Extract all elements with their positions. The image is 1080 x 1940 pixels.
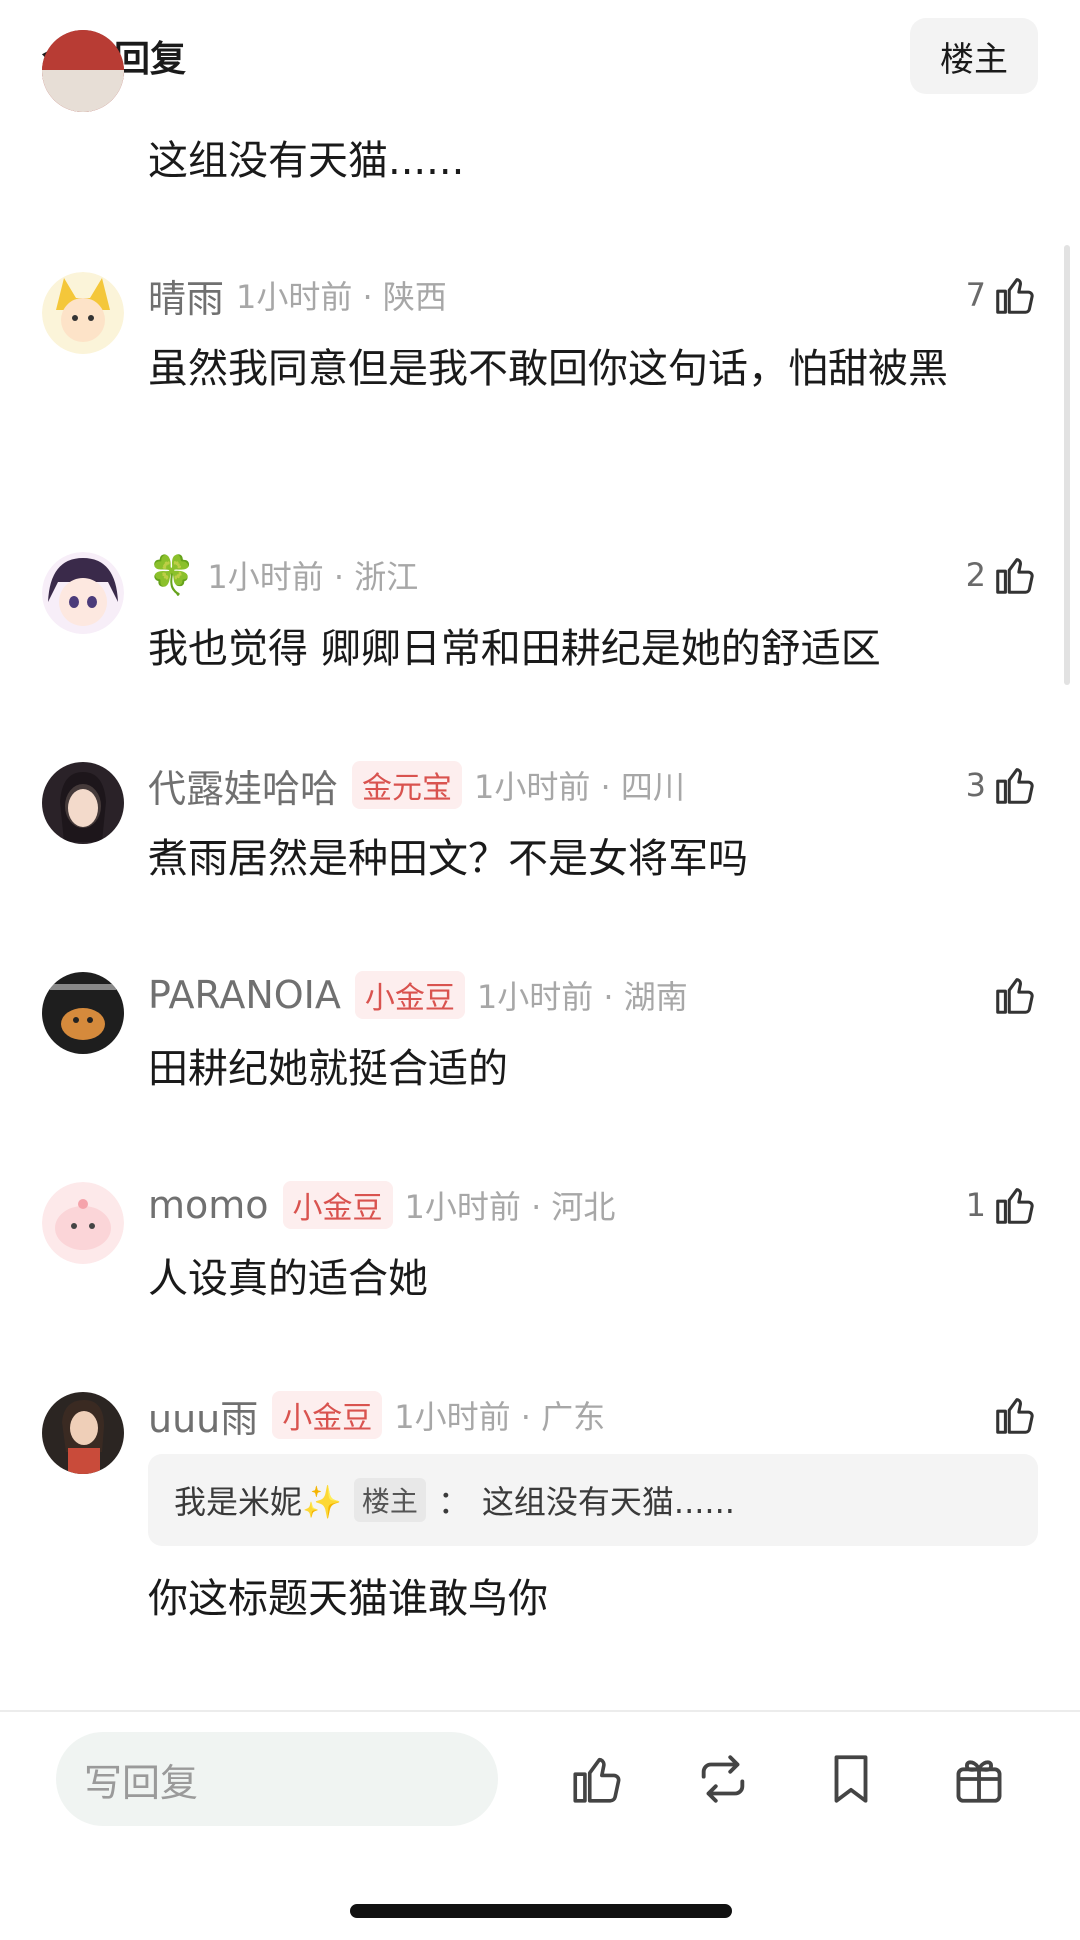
thumb-up-icon	[996, 768, 1034, 804]
timestamp: 1小时前 · 浙江	[207, 558, 419, 596]
footer-divider	[0, 1710, 1080, 1712]
avatar[interactable]	[42, 762, 124, 844]
home-indicator[interactable]	[350, 1904, 732, 1918]
username[interactable]: uuu雨	[148, 1388, 258, 1443]
like-icon[interactable]	[568, 1750, 626, 1808]
like-button[interactable]: 1	[966, 1180, 1038, 1230]
username[interactable]: 代露娃哈哈	[148, 758, 338, 813]
like-button[interactable]: 7	[966, 270, 1038, 320]
like-button[interactable]: 2	[966, 550, 1038, 600]
username[interactable]: momo	[148, 1183, 269, 1227]
comment-meta: uuu雨 小金豆 1小时前 · 广东	[148, 1391, 606, 1441]
avatar[interactable]	[42, 30, 124, 112]
bookmark-icon[interactable]	[822, 1750, 880, 1808]
like-button[interactable]: 3	[966, 760, 1038, 810]
comment-meta: momo 小金豆 1小时前 · 河北	[148, 1181, 616, 1229]
username[interactable]: 晴雨	[148, 268, 224, 323]
repost-icon[interactable]	[694, 1750, 752, 1808]
comment-text: 这组没有天猫......	[148, 138, 465, 184]
avatar[interactable]	[42, 972, 124, 1054]
timestamp: 1小时前 · 河北	[404, 1188, 616, 1226]
thumb-up-icon	[996, 278, 1034, 314]
user-badge: 小金豆	[354, 971, 465, 1019]
like-button[interactable]	[992, 970, 1038, 1020]
username[interactable]: 🍀	[148, 553, 195, 598]
quoted-reply[interactable]: 我是米妮✨ 楼主 ： 这组没有天猫......	[148, 1454, 1038, 1546]
quote-separator: ：	[437, 1483, 470, 1521]
comment-text: 田耕纪她就挺合适的	[148, 1046, 508, 1092]
reply-input[interactable]: 写回复	[56, 1732, 498, 1826]
gift-icon[interactable]	[950, 1750, 1008, 1808]
thumb-up-icon	[996, 558, 1034, 594]
like-count: 2	[965, 556, 986, 594]
reply-header: 全部回复 楼主	[0, 0, 1080, 110]
avatar[interactable]	[42, 1182, 124, 1264]
comment-text: 虽然我同意但是我不敢回你这句话，怕甜被黑	[148, 346, 948, 392]
user-badge: 金元宝	[352, 761, 463, 809]
like-count: 7	[965, 276, 986, 314]
user-badge: 小金豆	[282, 1181, 393, 1229]
comment-text: 人设真的适合她	[148, 1256, 428, 1302]
timestamp: 1小时前 · 湖南	[476, 978, 688, 1016]
comment-meta: 🍀 1小时前 · 浙江	[148, 552, 418, 598]
op-only-button[interactable]: 楼主	[910, 18, 1038, 94]
timestamp: 1小时前 · 四川	[474, 768, 685, 806]
comment-meta: PARANOIA 小金豆 1小时前 · 湖南	[148, 971, 688, 1019]
avatar[interactable]	[42, 1392, 124, 1474]
like-count: 1	[965, 1186, 986, 1224]
comment-text: 你这标题天猫谁敢鸟你	[148, 1576, 548, 1622]
comment-text: 煮雨居然是种田文？不是女将军吗	[148, 836, 748, 882]
timestamp: 1小时前 · 陕西	[236, 278, 447, 316]
op-tag: 楼主	[353, 1478, 426, 1522]
comment-meta: 代露娃哈哈 金元宝 1小时前 · 四川	[148, 761, 685, 811]
quoted-text: 这组没有天猫......	[481, 1483, 735, 1521]
comment-meta: 晴雨 1小时前 · 陕西	[148, 272, 447, 321]
avatar[interactable]	[42, 552, 124, 634]
avatar[interactable]	[42, 272, 124, 354]
comment-text: 我也觉得 卿卿日常和田耕纪是她的舒适区	[148, 626, 881, 672]
scrollbar[interactable]	[1064, 245, 1070, 685]
timestamp: 1小时前 · 广东	[394, 1398, 606, 1436]
username[interactable]: PARANOIA	[148, 973, 341, 1017]
user-badge: 小金豆	[272, 1391, 383, 1439]
thumb-up-icon	[996, 978, 1034, 1014]
quoted-username: 我是米妮✨	[174, 1483, 342, 1521]
like-button[interactable]	[992, 1390, 1038, 1440]
thumb-up-icon	[996, 1398, 1034, 1434]
like-count: 3	[965, 766, 986, 804]
thumb-up-icon	[996, 1188, 1034, 1224]
